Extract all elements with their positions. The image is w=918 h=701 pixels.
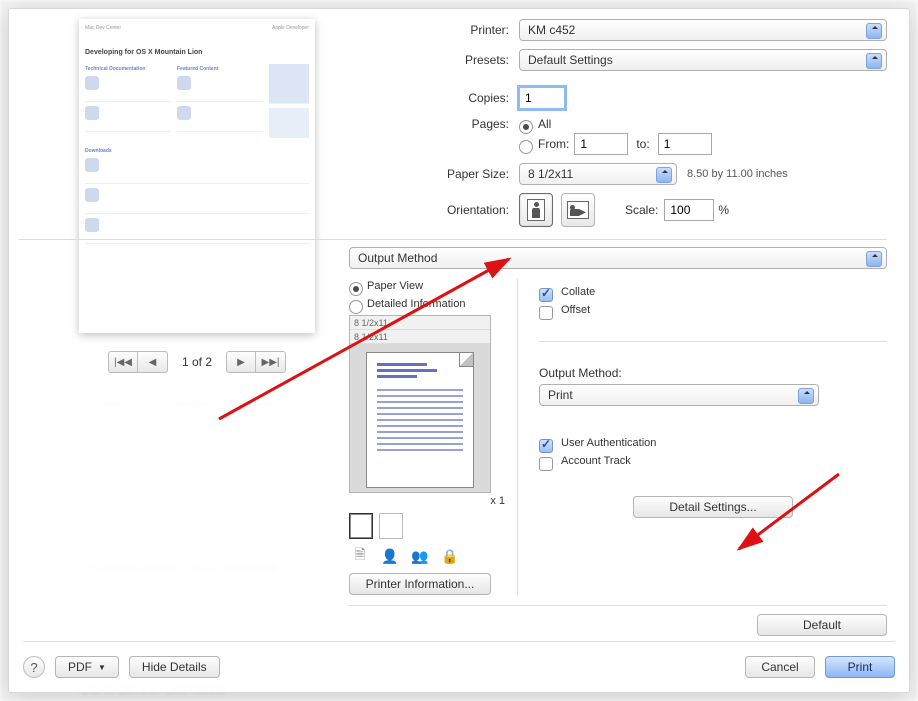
presets-select[interactable]: Default Settings	[519, 49, 887, 71]
offset-checkbox[interactable]	[539, 306, 553, 320]
preview-pager: |◀◀ ◀ 1 of 2 ▶ ▶▶|	[79, 351, 315, 373]
presets-label: Presets:	[349, 53, 519, 67]
pages-from-label: From:	[538, 137, 569, 151]
account-track-checkbox[interactable]	[539, 457, 553, 471]
output-method-select[interactable]: Print	[539, 384, 819, 406]
paper-view-thumbnails	[349, 513, 509, 539]
pager-first-button[interactable]: |◀◀	[108, 351, 138, 373]
print-dialog: Mac Dev Center Apple Developer Developin…	[8, 8, 910, 693]
paper-view-sheet	[350, 344, 490, 492]
hide-details-button[interactable]: Hide Details	[129, 656, 220, 678]
orientation-portrait-button[interactable]	[519, 193, 553, 227]
help-button[interactable]: ?	[23, 656, 45, 678]
pages-to-input[interactable]	[658, 133, 712, 155]
detail-settings-button[interactable]: Detail Settings...	[633, 496, 793, 518]
paper-size-select[interactable]: 8 1/2x11	[519, 163, 677, 185]
user-auth-checkbox[interactable]	[539, 439, 553, 453]
printer-select[interactable]: KM c452	[519, 19, 887, 41]
paper-size-label: Paper Size:	[349, 167, 519, 181]
preview-header-right: Apple Developer	[272, 25, 309, 31]
paper-view-radio[interactable]	[349, 282, 363, 296]
orientation-label: Orientation:	[349, 203, 519, 217]
scale-label: Scale:	[625, 203, 658, 217]
group-icon[interactable]: 👥	[409, 545, 431, 567]
account-track-label: Account Track	[561, 455, 631, 467]
pages-label: Pages:	[349, 117, 519, 131]
cancel-button[interactable]: Cancel	[745, 656, 815, 678]
output-method-panel: Collate Offset Output Method: Print Us	[529, 279, 887, 595]
user-auth-label: User Authentication	[561, 437, 656, 449]
offset-label: Offset	[561, 304, 590, 316]
pages-all-label: All	[538, 117, 551, 131]
collate-checkbox[interactable]	[539, 288, 553, 302]
scale-percent: %	[718, 203, 729, 217]
pages-to-label: to:	[636, 137, 649, 151]
paper-view-label: Paper View	[367, 280, 423, 292]
default-button[interactable]: Default	[757, 614, 887, 636]
lock-icon[interactable]: 🔒	[439, 545, 461, 567]
pager-page-indicator: 1 of 2	[174, 355, 220, 369]
pager-next-button[interactable]: ▶	[226, 351, 256, 373]
paper-size-dimensions: 8.50 by 11.00 inches	[687, 168, 788, 180]
copies-input[interactable]	[519, 87, 565, 109]
thumb-1[interactable]	[349, 513, 373, 539]
print-button[interactable]: Print	[825, 656, 895, 678]
pages-from-input[interactable]	[574, 133, 628, 155]
user-icon[interactable]: 👤	[379, 545, 401, 567]
settings-pane: Printer: KM c452 Presets: Default Settin…	[349, 19, 887, 636]
paper-view-size2: 8 1/2x11	[350, 330, 490, 344]
pages-from-radio[interactable]	[519, 140, 533, 154]
paper-view-count: x 1	[349, 493, 509, 507]
section-select[interactable]: Output Method	[349, 247, 887, 269]
orientation-landscape-button[interactable]: ▶	[561, 193, 595, 227]
pager-prev-button[interactable]: ◀	[138, 351, 168, 373]
collate-label: Collate	[561, 286, 595, 298]
preview-doc-title: Developing for OS X Mountain Lion	[85, 49, 309, 56]
pages-all-radio[interactable]	[519, 120, 533, 134]
detailed-info-radio[interactable]	[349, 300, 363, 314]
scale-input[interactable]	[664, 199, 714, 221]
printer-information-button[interactable]: Printer Information...	[349, 573, 491, 595]
pager-last-button[interactable]: ▶▶|	[256, 351, 286, 373]
page-preview: Mac Dev Center Apple Developer Developin…	[79, 19, 315, 333]
copies-label: Copies:	[349, 91, 519, 105]
output-method-sublabel: Output Method:	[539, 366, 887, 380]
detailed-info-label: Detailed Information	[367, 298, 465, 310]
paper-view-size1: 8 1/2x11	[350, 316, 490, 330]
preview-header-left: Mac Dev Center	[85, 25, 121, 31]
paper-view-panel: Paper View Detailed Information 8 1/2x11…	[349, 279, 509, 595]
printer-label: Printer:	[349, 23, 519, 37]
pdf-menu-button[interactable]: PDF▼	[55, 656, 119, 678]
dialog-footer: ? PDF▼ Hide Details Cancel Print	[23, 641, 895, 678]
proof-icon[interactable]: 🗎	[349, 545, 371, 567]
thumb-2[interactable]	[379, 513, 403, 539]
